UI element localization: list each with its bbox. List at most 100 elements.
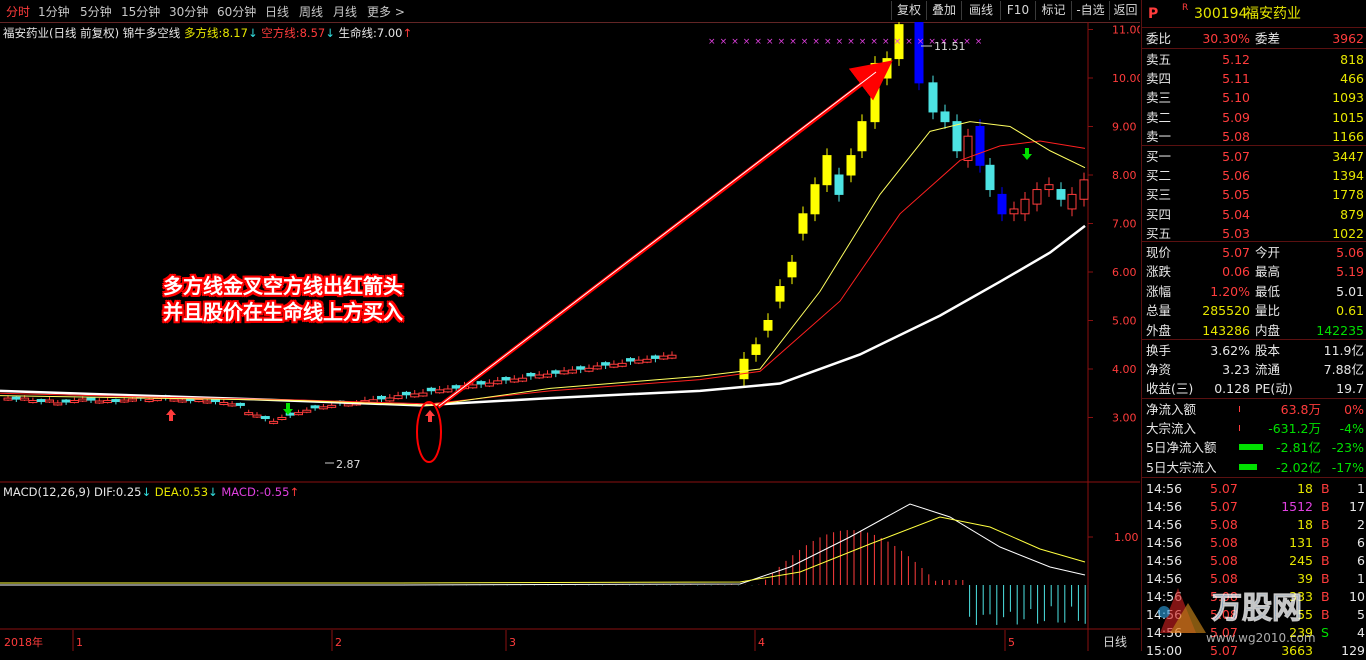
dea-arrow: ↓ bbox=[208, 485, 218, 499]
price-tick-label: 4.00 bbox=[1112, 363, 1137, 376]
price-tick-label: 7.00 bbox=[1112, 218, 1137, 231]
candle bbox=[551, 369, 561, 378]
period-tab-daily[interactable]: 日线 bbox=[265, 3, 289, 20]
candle-body bbox=[476, 381, 486, 385]
period-tab-30min[interactable]: 30分钟 bbox=[169, 3, 208, 20]
candle-body bbox=[169, 398, 179, 402]
macd-label: MACD: bbox=[221, 485, 260, 499]
candle bbox=[53, 400, 63, 406]
candle-body bbox=[1032, 189, 1042, 205]
candle bbox=[567, 366, 577, 374]
period-tab-15min[interactable]: 15分钟 bbox=[121, 3, 160, 20]
period-tab-weekly[interactable]: 周线 bbox=[299, 3, 323, 20]
candle-body bbox=[227, 403, 237, 407]
fund-label: 流通 bbox=[1255, 362, 1281, 378]
candle-body bbox=[45, 399, 54, 403]
fund-label: PE(动) bbox=[1255, 381, 1293, 397]
low-label: 2.87 bbox=[336, 458, 361, 471]
time-axis-year: 2018年 bbox=[4, 635, 43, 649]
candle bbox=[798, 206, 808, 241]
candle-body bbox=[327, 404, 337, 408]
tick-price: 5.08 bbox=[1210, 517, 1238, 532]
tick-row[interactable]: 14:56 5.08 131 B 6 bbox=[1142, 533, 1366, 552]
period-toolbar: 分时 1分钟 5分钟 15分钟 30分钟 60分钟 日线 周线 月线 更多 > … bbox=[0, 0, 1140, 23]
stat-value: 5.07 bbox=[1222, 245, 1250, 260]
back-button[interactable]: 返回 bbox=[1109, 1, 1141, 20]
candle-body bbox=[119, 399, 129, 403]
overlay-button[interactable]: 叠加 bbox=[926, 1, 961, 20]
tick-row[interactable]: 14:56 5.07 18 B 1 bbox=[1142, 479, 1366, 498]
stock-code[interactable]: 300194 bbox=[1194, 2, 1247, 26]
macd-name: MACD(12,26,9) bbox=[3, 485, 91, 499]
flow-row: 净流入额 63.8万 0% bbox=[1142, 400, 1366, 419]
stat-label: 现价 bbox=[1146, 245, 1172, 260]
candle-body bbox=[235, 402, 245, 406]
candle-body bbox=[634, 359, 644, 364]
signal-dot: × bbox=[778, 37, 786, 47]
bid-label: 买四 bbox=[1146, 206, 1172, 222]
chart-grid: 11.00 10.00 9.00 8.00 7.00 6.00 5.00 4.00 3.00 1.… bbox=[0, 22, 1140, 651]
tick-row[interactable]: 14:56 5.08 245 B 6 bbox=[1142, 551, 1366, 570]
candle-body bbox=[650, 355, 660, 359]
add-watchlist-button[interactable]: -自选 bbox=[1071, 1, 1109, 20]
watermark-logo: 万股网 www.wg2010.com bbox=[1158, 588, 1316, 645]
signal-dot: × bbox=[882, 37, 890, 47]
stock-chart-title: 福安药业(日线 前复权) bbox=[3, 26, 120, 40]
adjust-button[interactable]: 复权 bbox=[891, 1, 926, 20]
candle bbox=[914, 22, 924, 91]
candle bbox=[857, 114, 867, 159]
tick-time: 14:56 bbox=[1146, 517, 1183, 532]
candle-body bbox=[626, 358, 635, 362]
tick-row[interactable]: 14:56 5.07 1512 B 17 bbox=[1142, 497, 1366, 516]
candle bbox=[252, 412, 262, 418]
period-tab-more[interactable]: 更多 > bbox=[367, 3, 405, 20]
price-tick-label: 5.00 bbox=[1112, 315, 1137, 328]
bid-row: 买四 5.04 879 bbox=[1142, 205, 1366, 224]
period-tab-1min[interactable]: 1分钟 bbox=[38, 3, 70, 20]
period-tab-60min[interactable]: 60分钟 bbox=[217, 3, 256, 20]
flow-pct: -4% bbox=[1339, 421, 1364, 437]
stock-name[interactable]: 福安药业 bbox=[1245, 2, 1301, 26]
candle bbox=[111, 398, 121, 405]
macd-value: -0.55 bbox=[259, 485, 290, 499]
candle-body bbox=[846, 155, 856, 176]
candle-body bbox=[202, 400, 212, 404]
candle bbox=[227, 401, 237, 407]
main-indicator-line: 福安药业(日线 前复权) 锦牛多空线 多方线:8.17↓ 空方线:8.57↓ 生… bbox=[3, 25, 412, 41]
candle-body bbox=[103, 400, 113, 404]
candle-body bbox=[751, 344, 761, 355]
candle bbox=[277, 414, 287, 421]
flow-bar bbox=[1239, 463, 1257, 470]
candle bbox=[617, 359, 627, 368]
life-line-value: 7.00 bbox=[376, 26, 403, 40]
flow-pct: -23% bbox=[1331, 440, 1364, 456]
ask-row: 卖一 5.08 1166 bbox=[1142, 127, 1366, 146]
period-label: 日线 bbox=[1103, 635, 1127, 649]
candle-body bbox=[882, 58, 892, 79]
signal-dot: × bbox=[743, 37, 751, 47]
candle-body bbox=[484, 382, 494, 387]
candle bbox=[775, 279, 785, 309]
stat-value: 0.06 bbox=[1222, 264, 1250, 280]
candle bbox=[235, 402, 245, 409]
candle-body bbox=[763, 320, 773, 331]
draw-line-button[interactable]: 画线 bbox=[961, 1, 1000, 20]
tick-time: 14:56 bbox=[1146, 553, 1183, 568]
candle bbox=[385, 394, 395, 402]
stat-value: 5.01 bbox=[1336, 283, 1364, 299]
period-tab-5min[interactable]: 5分钟 bbox=[80, 3, 112, 20]
candle-body bbox=[642, 358, 652, 363]
tick-volume: 131 bbox=[1289, 535, 1313, 550]
candle-body bbox=[928, 82, 938, 113]
kline-chart[interactable]: 11.00 10.00 9.00 8.00 7.00 6.00 5.00 4.00 3.00 1.… bbox=[0, 22, 1140, 651]
tick-row[interactable]: 14:56 5.08 18 B 2 bbox=[1142, 515, 1366, 534]
period-tab-intraday[interactable]: 分时 bbox=[6, 3, 30, 20]
candle bbox=[484, 379, 494, 388]
f10-button[interactable]: F10 bbox=[1000, 1, 1035, 20]
ask-volume: 818 bbox=[1340, 52, 1364, 67]
price-tick-label: 11.00 bbox=[1112, 24, 1140, 37]
candle bbox=[1067, 187, 1077, 217]
candle bbox=[11, 396, 21, 402]
mark-button[interactable]: 标记 bbox=[1035, 1, 1071, 20]
period-tab-monthly[interactable]: 月线 bbox=[333, 3, 357, 20]
